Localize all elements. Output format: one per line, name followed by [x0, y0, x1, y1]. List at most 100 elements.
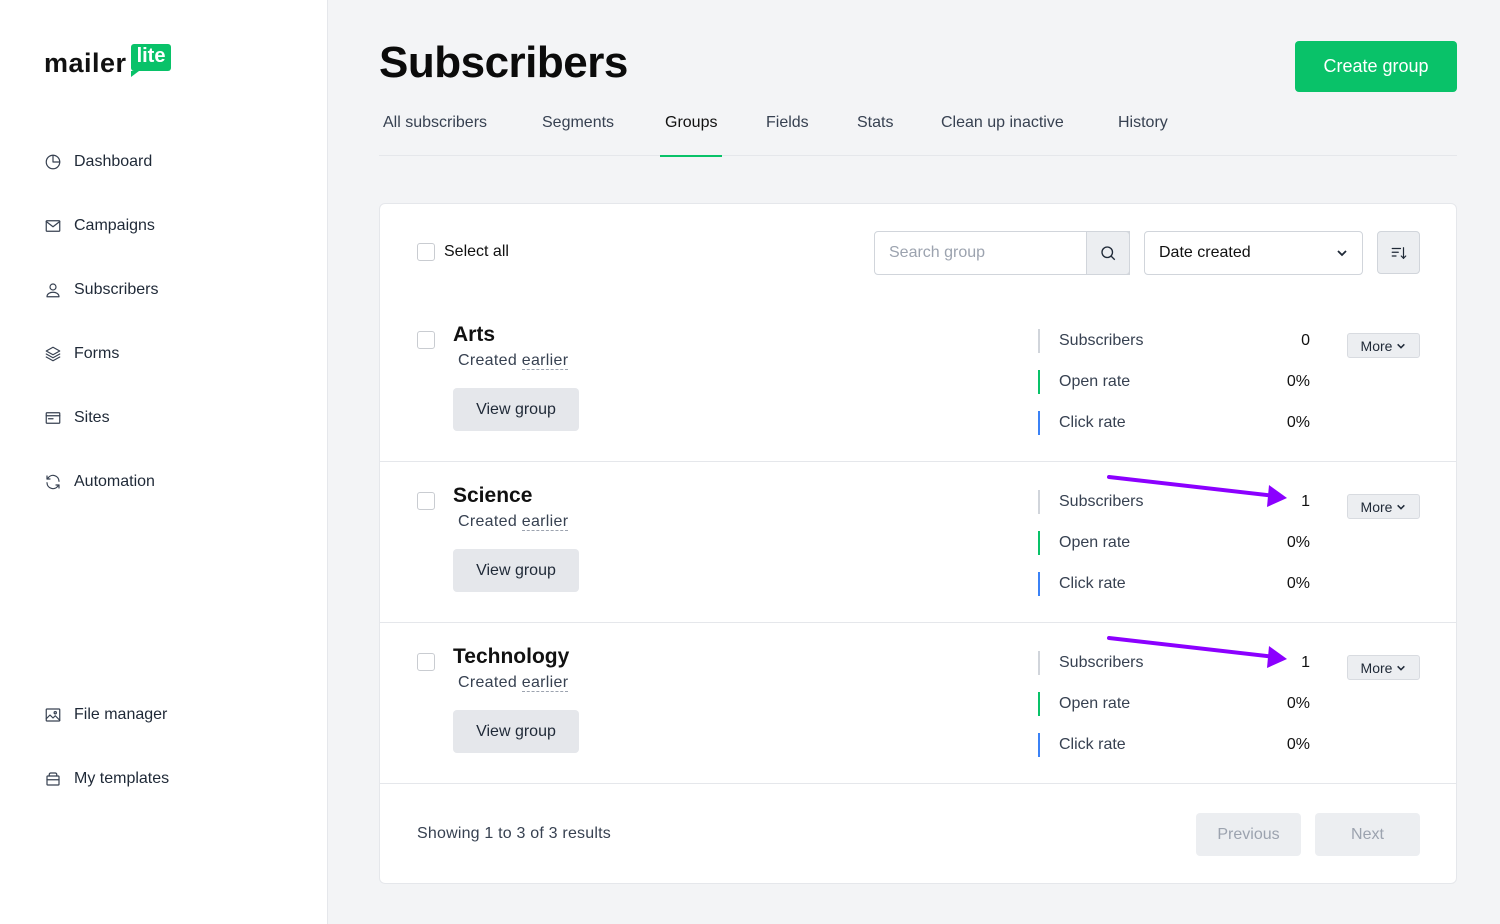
next-button[interactable]: Next [1315, 813, 1420, 856]
sort-descending-icon [1390, 244, 1408, 262]
sidebar-item-label: Forms [74, 345, 120, 362]
sort-order-button[interactable] [1377, 231, 1420, 274]
stat-open-rate: Open rate 0% [1038, 692, 1310, 716]
created-prefix: Created [458, 513, 518, 530]
view-group-button[interactable]: View group [453, 710, 579, 753]
group-name[interactable]: Science [453, 484, 532, 508]
tab-clean-up-inactive[interactable]: Clean up inactive [941, 114, 1064, 156]
groups-card: Select all Date created Arts Created ear… [379, 203, 1457, 884]
created-prefix: Created [458, 674, 518, 691]
more-label: More [1360, 337, 1393, 354]
stat-value: 0 [1301, 332, 1310, 349]
stat-bar [1038, 572, 1040, 596]
tab-bar: All subscribers Segments Groups Fields S… [379, 108, 1457, 157]
mail-icon [44, 217, 62, 235]
sidebar-item-label: Campaigns [74, 217, 155, 234]
select-all-label[interactable]: Select all [444, 243, 509, 261]
previous-button[interactable]: Previous [1196, 813, 1301, 856]
stat-bar [1038, 692, 1040, 716]
sidebar: mailer lite Dashboard Campaigns Subscrib… [0, 0, 328, 924]
sidebar-item-sites[interactable]: Sites [44, 406, 110, 430]
group-created: Created earlier [458, 352, 569, 370]
chevron-down-icon [1396, 341, 1406, 351]
tab-all-subscribers[interactable]: All subscribers [383, 114, 487, 156]
tab-segments[interactable]: Segments [542, 114, 614, 156]
stat-bar [1038, 733, 1040, 757]
stat-value: 1 [1301, 493, 1310, 510]
stat-value: 0% [1286, 373, 1310, 390]
annotation-arrow [1107, 475, 1287, 507]
view-group-button[interactable]: View group [453, 549, 579, 592]
chevron-down-icon [1396, 663, 1406, 673]
sidebar-item-label: File manager [74, 706, 168, 723]
sidebar-item-campaigns[interactable]: Campaigns [44, 214, 155, 238]
created-date: earlier [521, 513, 569, 531]
stat-bar [1038, 370, 1040, 394]
more-button[interactable]: More [1347, 655, 1420, 680]
annotation-arrow [1107, 636, 1287, 668]
logo-word: mailer [44, 48, 127, 78]
created-date: earlier [521, 352, 569, 370]
mailerlite-logo[interactable]: mailer lite [44, 44, 172, 78]
group-row: Arts Created earlier View group Subscrib… [380, 301, 1456, 462]
template-icon [44, 770, 62, 788]
stat-label: Click rate [1059, 414, 1126, 431]
stat-value: 0% [1286, 575, 1310, 592]
stat-open-rate: Open rate 0% [1038, 370, 1310, 394]
stat-value: 0% [1286, 736, 1310, 753]
stat-bar [1038, 411, 1040, 435]
more-button[interactable]: More [1347, 333, 1420, 358]
stat-label: Open rate [1059, 373, 1131, 390]
stat-label: Click rate [1059, 736, 1126, 753]
group-name[interactable]: Arts [453, 323, 495, 347]
sidebar-item-my-templates[interactable]: My templates [44, 767, 169, 791]
group-created: Created earlier [458, 513, 569, 531]
sidebar-item-label: Sites [74, 409, 110, 426]
stat-label: Click rate [1059, 575, 1126, 592]
group-row: Science Created earlier View group Subsc… [380, 462, 1456, 623]
select-all-checkbox[interactable] [417, 243, 435, 261]
sidebar-item-file-manager[interactable]: File manager [44, 703, 167, 727]
image-icon [44, 706, 62, 724]
stat-subscribers: Subscribers 0 [1038, 329, 1310, 353]
chevron-down-icon [1396, 502, 1406, 512]
browser-icon [44, 409, 62, 427]
sidebar-item-label: Dashboard [74, 153, 153, 170]
user-icon [44, 281, 62, 299]
stat-value: 0% [1286, 534, 1310, 551]
tab-groups[interactable]: Groups [659, 114, 723, 157]
stat-value: 1 [1301, 654, 1310, 671]
search-button[interactable] [1086, 231, 1130, 275]
refresh-icon [44, 473, 62, 491]
created-date: earlier [521, 674, 569, 692]
stat-value: 0% [1286, 414, 1310, 431]
group-checkbox[interactable] [417, 331, 435, 349]
sidebar-item-dashboard[interactable]: Dashboard [44, 150, 152, 174]
created-prefix: Created [458, 352, 518, 369]
sidebar-item-subscribers[interactable]: Subscribers [44, 278, 158, 302]
stat-value: 0% [1286, 695, 1310, 712]
group-checkbox[interactable] [417, 653, 435, 671]
stat-label: Open rate [1059, 534, 1131, 551]
group-checkbox[interactable] [417, 492, 435, 510]
sidebar-item-label: My templates [74, 770, 170, 787]
group-name[interactable]: Technology [453, 645, 569, 669]
page-title: Subscribers [379, 38, 628, 87]
create-group-button[interactable]: Create group [1295, 41, 1457, 92]
more-button[interactable]: More [1347, 494, 1420, 519]
layers-icon [44, 345, 62, 363]
view-group-button[interactable]: View group [453, 388, 579, 431]
tab-history[interactable]: History [1118, 114, 1168, 156]
sort-select-value: Date created [1159, 244, 1251, 261]
chevron-down-icon [1336, 247, 1348, 259]
group-row: Technology Created earlier View group Su… [380, 623, 1456, 784]
sidebar-item-forms[interactable]: Forms [44, 342, 119, 366]
more-label: More [1360, 498, 1393, 515]
stat-label: Open rate [1059, 695, 1131, 712]
sidebar-item-automation[interactable]: Automation [44, 470, 155, 494]
sort-select[interactable]: Date created [1144, 231, 1363, 275]
stat-bar [1038, 531, 1040, 555]
tab-stats[interactable]: Stats [857, 114, 893, 156]
tab-fields[interactable]: Fields [766, 114, 809, 156]
pagination-summary: Showing 1 to 3 of 3 results [417, 825, 611, 842]
